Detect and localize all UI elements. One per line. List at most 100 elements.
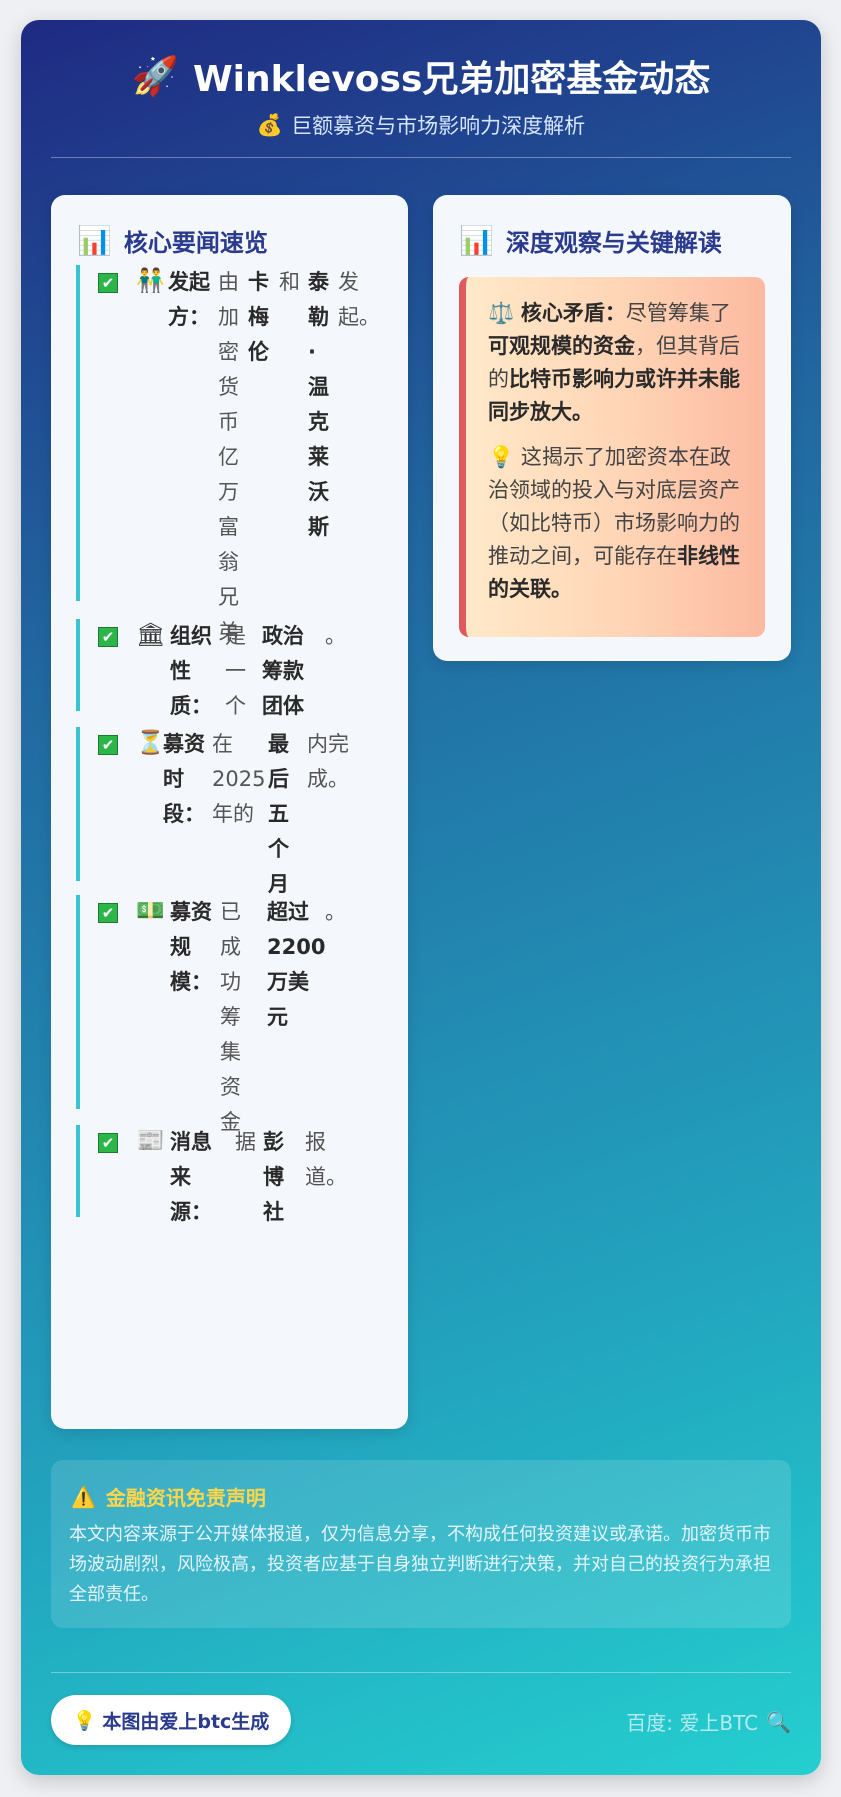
- text-line: 发: [338, 270, 359, 294]
- bar-chart-icon: 📊: [77, 224, 112, 257]
- text-line: 梅: [248, 305, 269, 329]
- money-bag-icon: 💰: [256, 112, 284, 137]
- page-title: 🚀 Winklevoss兄弟加密基金动态: [21, 50, 821, 102]
- text-line: 伦: [248, 340, 269, 364]
- item-icon: 👬: [136, 268, 165, 294]
- text-line: 来: [170, 1165, 191, 1189]
- text-line: 2025: [212, 767, 266, 791]
- check-icon: ✔: [98, 627, 118, 647]
- list-item: ✔ 📰 消息来源：据彭博社报道。: [76, 1125, 406, 1224]
- item-text: 报道。: [305, 1125, 347, 1195]
- text-line: 五: [268, 802, 289, 826]
- lightbulb-icon: 💡: [72, 1709, 97, 1732]
- check-icon: ✔: [98, 903, 118, 923]
- made-by-label: 本图由爱上btc生成: [102, 1710, 270, 1733]
- disclaimer-title: ⚠️ 金融资讯免责声明: [71, 1482, 266, 1511]
- check-icon: ✔: [98, 735, 118, 755]
- key-news-title-text: 核心要闻速览: [123, 229, 268, 257]
- text-line: 性: [170, 659, 191, 683]
- text-line: 在: [212, 732, 233, 756]
- page-subtitle: 💰 巨额募资与市场影响力深度解析: [21, 110, 821, 140]
- item-text: 据: [235, 1125, 256, 1160]
- list-item: ✔ 🏛 组织性质： 是一个 政治 筹款 团体 。: [76, 619, 406, 718]
- text-line: 。: [325, 624, 346, 648]
- bar-chart-icon: 📊: [459, 224, 494, 257]
- disclaimer-text: 本文内容来源于公开媒体报道，仅为信息分享，不构成任何投资建议或承诺。加密货币市场…: [69, 1524, 771, 1605]
- item-highlight: 彭博社: [263, 1125, 284, 1230]
- item-text: 和: [279, 265, 300, 300]
- text-line: 后: [268, 767, 289, 791]
- text-line: 方：: [168, 305, 210, 329]
- text-line: 个: [268, 837, 289, 861]
- text-line: 源：: [170, 1200, 212, 1224]
- check-icon: ✔: [98, 1133, 118, 1153]
- item-highlight: 超过 2200 万美元: [267, 895, 325, 1035]
- divider: [51, 1672, 791, 1673]
- text-line: 一: [225, 659, 246, 683]
- text-line: 募资: [170, 900, 212, 924]
- text-line: 兄: [218, 585, 239, 609]
- text-line: 规: [170, 935, 191, 959]
- text-line: 年的: [212, 802, 254, 826]
- text-line: 募资: [163, 732, 205, 756]
- insight-bold: 可观规模的资金: [488, 334, 635, 358]
- insight-quote: ⚖️ 核心矛盾：尽管筹集了可观规模的资金，但其背后的比特币影响力或许并未能同步放…: [459, 277, 765, 637]
- check-icon: ✔: [98, 273, 118, 293]
- made-by-button[interactable]: 💡 本图由爱上btc生成: [51, 1695, 291, 1745]
- text-line: 资: [220, 1075, 241, 1099]
- item-label: 消息来源：: [170, 1125, 212, 1230]
- core-contradiction-label: 核心矛盾：: [520, 301, 626, 325]
- insight-bold: 比特币影响力或许并未能同步放大。: [488, 367, 740, 424]
- text-line: 翁: [218, 550, 239, 574]
- text-line: 元: [267, 1005, 288, 1029]
- item-icon: ⏳: [136, 730, 165, 756]
- title-text: Winklevoss兄弟加密基金动态: [192, 59, 711, 100]
- text-line: 政治: [262, 624, 304, 648]
- text-line: 组织: [170, 624, 212, 648]
- text-line: 模：: [170, 970, 212, 994]
- text-line: 沃: [308, 480, 329, 504]
- text-line: 功: [220, 970, 241, 994]
- text-line: 是: [225, 624, 246, 648]
- text-line: 内完: [307, 732, 349, 756]
- item-highlight: 卡梅伦: [248, 265, 269, 370]
- text-line: 密: [218, 340, 239, 364]
- text-line: 2200: [267, 935, 326, 959]
- item-text: 在 2025 年的: [212, 727, 265, 832]
- header: 🚀 Winklevoss兄弟加密基金动态 💰 巨额募资与市场影响力深度解析: [21, 20, 821, 160]
- insight-title: 📊 深度观察与关键解读: [459, 223, 722, 258]
- lightbulb-icon: 💡: [488, 445, 515, 469]
- text-line: 泰: [308, 270, 329, 294]
- text-line: 消息: [170, 1130, 212, 1154]
- text-line: 发起: [168, 270, 210, 294]
- text-line: ·: [308, 340, 316, 364]
- search-icon: 🔍: [766, 1709, 791, 1734]
- insight-paragraph-2: 💡 这揭示了加密资本在政治领域的投入与对底层资产（如比特币）市场影响力的推动之间…: [488, 441, 745, 606]
- insight-text: 尽管筹集了: [625, 301, 731, 325]
- baidu-search-hint: 百度: 爱上BTC 🔍: [626, 1707, 791, 1736]
- text-line: 最: [268, 732, 289, 756]
- item-text: 。: [325, 619, 346, 654]
- text-line: 克: [308, 410, 329, 434]
- text-line: 博: [263, 1165, 284, 1189]
- list-item: ✔ ⏳ 募资时段：在 2025 年的最后五个月内完 成。: [76, 727, 406, 896]
- text-line: 集: [220, 1040, 241, 1064]
- text-line: 超过: [267, 900, 309, 924]
- item-text: 是一个: [225, 619, 246, 724]
- text-line: 斯: [308, 515, 329, 539]
- text-line: 成: [220, 935, 241, 959]
- text-line: 富: [218, 515, 239, 539]
- text-line: 时: [163, 767, 184, 791]
- text-line: 成。: [307, 767, 349, 791]
- item-label: 募资规模：: [170, 895, 212, 1000]
- warning-icon: ⚠️: [71, 1484, 96, 1509]
- text-line: 筹款: [262, 659, 304, 683]
- text-line: 币: [218, 410, 239, 434]
- text-line: 段：: [163, 802, 205, 826]
- item-text: 发起。: [338, 265, 380, 335]
- text-line: 莱: [308, 445, 329, 469]
- key-news-card: 📊 核心要闻速览 ✔ 👬 发起 方：由加密货币亿万富翁兄弟卡梅伦和泰勒 · 温克莱沃斯发起…: [51, 195, 408, 1429]
- subtitle-text: 巨额募资与市场影响力深度解析: [291, 114, 586, 138]
- disclaimer-box: ⚠️ 金融资讯免责声明 本文内容来源于公开媒体报道，仅为信息分享，不构成任何投资…: [51, 1460, 791, 1628]
- list-item: ✔ 💵 募资规模：已成功筹集资金超过 2200 万美元。: [76, 895, 406, 1134]
